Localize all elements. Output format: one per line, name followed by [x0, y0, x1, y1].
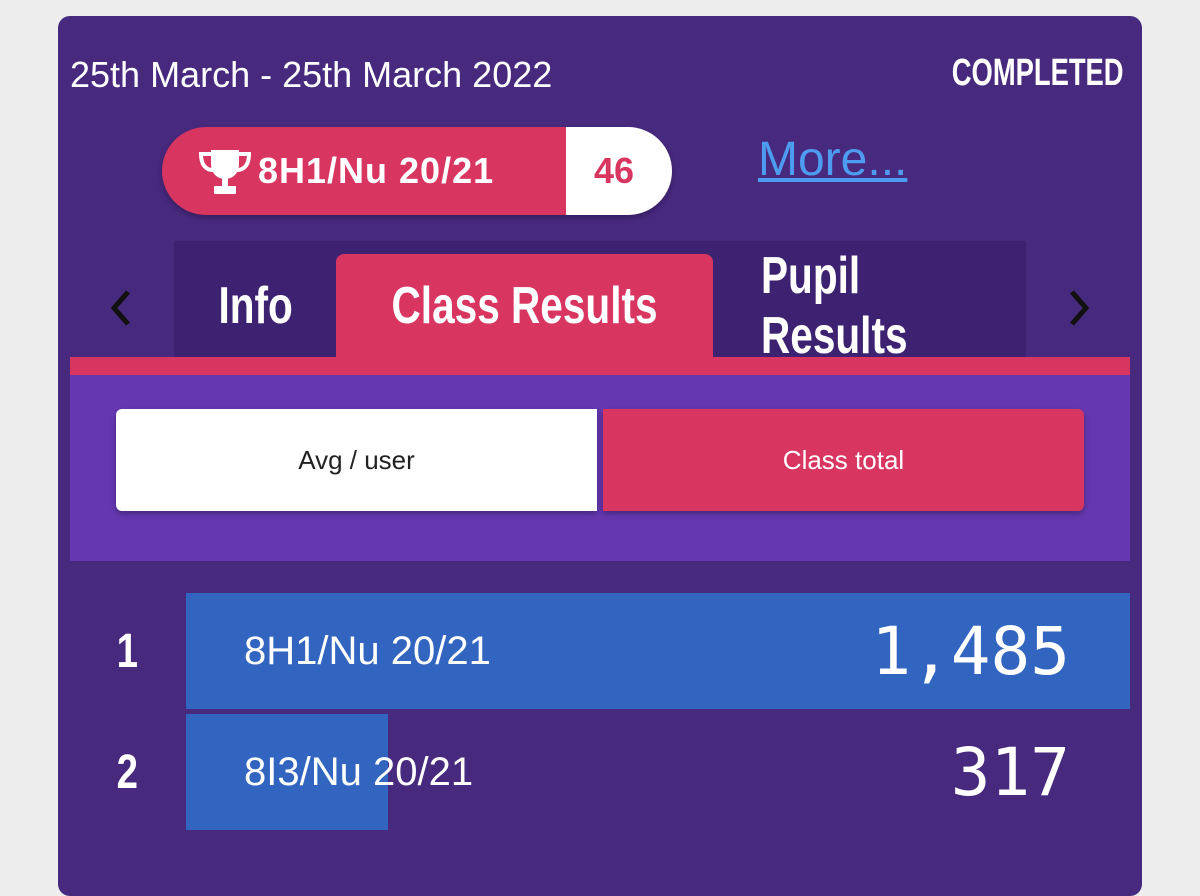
trophy-icon [198, 150, 252, 194]
winner-count: 46 [566, 127, 672, 215]
bar-area: 8I3/Nu 20/21 317 [186, 714, 1130, 830]
class-score: 317 [950, 733, 1070, 811]
more-link[interactable]: More... [758, 132, 907, 187]
result-row: 2 8I3/Nu 20/21 317 [58, 714, 1142, 830]
chevron-left-icon [110, 290, 130, 326]
prev-tab-button[interactable] [100, 278, 140, 338]
tab-class-results[interactable]: Class Results [336, 254, 713, 358]
challenge-card: 25th March - 25th March 2022 COMPLETED 8… [58, 16, 1142, 896]
result-row: 1 8H1/Nu 20/21 1,485 [58, 593, 1142, 709]
rank-number: 2 [116, 745, 138, 799]
rank-number: 1 [116, 624, 138, 678]
winner-class-label: 8H1/Nu 20/21 [258, 150, 495, 191]
tab-class-results-label: Class Results [391, 277, 658, 335]
class-total-button[interactable]: Class total [603, 409, 1084, 511]
bar-area: 8H1/Nu 20/21 1,485 [186, 593, 1130, 709]
tab-pupil-results-label: Pupil Results [761, 247, 908, 365]
date-range: 25th March - 25th March 2022 [70, 54, 553, 95]
class-name: 8H1/Nu 20/21 [244, 628, 491, 673]
winner-badge: 8H1/Nu 20/21 46 [162, 127, 672, 215]
class-name: 8I3/Nu 20/21 [244, 749, 474, 794]
status-label: COMPLETED [952, 52, 1124, 94]
class-score: 1,485 [871, 612, 1070, 690]
metric-toggle-panel: Avg / user Class total [70, 375, 1130, 561]
tab-pupil-results[interactable]: Pupil Results [728, 247, 1028, 365]
tab-info[interactable]: Info [198, 254, 314, 358]
chevron-right-icon [1070, 290, 1090, 326]
avg-per-user-button[interactable]: Avg / user [116, 409, 597, 511]
tab-info-label: Info [218, 277, 294, 335]
next-tab-button[interactable] [1060, 278, 1100, 338]
winner-badge-main: 8H1/Nu 20/21 [162, 127, 566, 215]
